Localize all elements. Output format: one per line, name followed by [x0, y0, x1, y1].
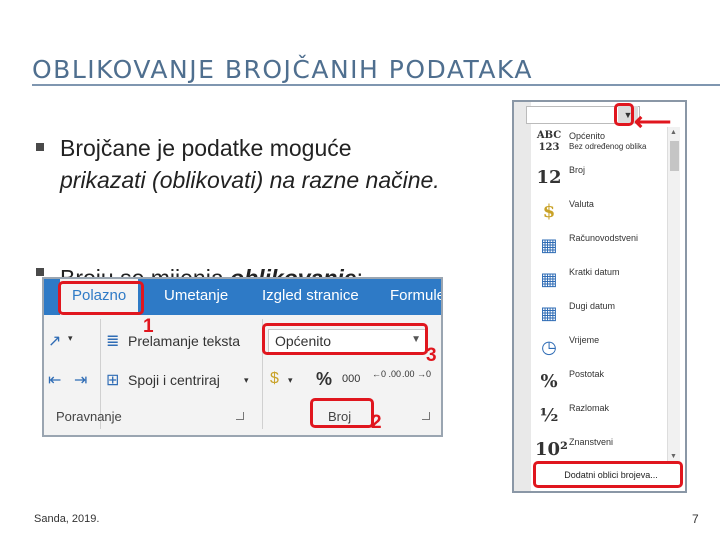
callout-box-home-tab — [58, 281, 144, 315]
callout-box-number-launcher — [310, 398, 374, 428]
orientation-icon[interactable]: ↗ — [48, 331, 61, 351]
decrease-indent-icon[interactable]: ⇤ — [48, 370, 61, 390]
decrease-decimal-button[interactable]: .00 →0 — [402, 369, 431, 379]
format-list: ABC 123 Općenito Bez određenog oblika 12… — [531, 127, 675, 467]
scroll-thumb[interactable] — [670, 141, 679, 171]
format-label: Valuta — [569, 199, 594, 209]
tab-insert[interactable]: Umetanje — [164, 287, 228, 304]
format-number[interactable]: 12 Broj — [531, 161, 675, 195]
format-label: Kratki datum — [569, 267, 620, 277]
bullet-marker — [36, 268, 44, 276]
increase-indent-icon[interactable]: ⇥ — [74, 370, 87, 390]
format-label: Postotak — [569, 369, 605, 379]
format-label: Znanstveni — [569, 437, 614, 447]
page-number: 7 — [692, 512, 699, 526]
bullet-1-text: Brojčane je podatke moguće — [60, 135, 352, 161]
bullet-1: Brojčane je podatke moguće prikazati (ob… — [60, 132, 480, 196]
format-label: Razlomak — [569, 403, 610, 413]
format-accounting[interactable]: ▦ Računovodstveni — [531, 229, 675, 263]
red-arrow-icon: ⟵ — [634, 106, 672, 136]
fraction-icon: ½ — [539, 405, 559, 426]
format-sublabel: Bez određenog oblika — [569, 142, 647, 151]
thousands-separator-button[interactable]: 000 — [342, 373, 360, 385]
format-currency[interactable]: $ Valuta — [531, 195, 675, 229]
number-format-panel: ▼ ABC 123 Općenito Bez određenog oblika … — [512, 100, 687, 493]
callout-box-more-formats — [533, 461, 683, 488]
merge-dropdown-icon[interactable]: ▾ — [244, 375, 249, 386]
accounting-format-icon[interactable]: $ — [270, 370, 279, 388]
format-label: Općenito — [569, 131, 606, 141]
footer-author: Sanda, 2019. — [34, 513, 100, 525]
format-time[interactable]: ◷ Vrijeme — [531, 331, 675, 365]
format-short-date[interactable]: ▦ Kratki datum — [531, 263, 675, 297]
callout-number-2: 2 — [371, 412, 382, 433]
callout-number-1: 1 — [143, 316, 154, 337]
format-long-date[interactable]: ▦ Dugi datum — [531, 297, 675, 331]
orientation-dropdown-icon[interactable]: ▾ — [68, 333, 73, 344]
scroll-down-icon[interactable]: ▼ — [670, 453, 677, 460]
tab-formulas[interactable]: Formule — [390, 287, 441, 304]
merge-center-icon[interactable]: ⊞ — [106, 370, 119, 390]
callout-number-3: 3 — [426, 345, 437, 366]
currency-icon: $ — [542, 201, 556, 222]
worksheet-strip — [514, 102, 531, 491]
scientific-icon: 10² — [535, 439, 568, 460]
format-fraction[interactable]: ½ Razlomak — [531, 399, 675, 433]
merge-center-button[interactable]: Spoji i centriraj — [128, 372, 220, 388]
percent-button[interactable]: % — [316, 369, 332, 390]
bullet-marker — [36, 143, 44, 151]
format-label: Broj — [569, 165, 586, 175]
callout-box-format-dropdown — [262, 323, 428, 355]
format-label: Vrijeme — [569, 335, 600, 345]
format-list-scrollbar[interactable]: ▲ ▼ — [667, 127, 680, 462]
format-label: Dugi datum — [569, 301, 616, 311]
accounting-dropdown-icon[interactable]: ▾ — [288, 375, 293, 386]
alignment-dialog-launcher-icon[interactable] — [236, 412, 244, 420]
abc-123-icon: ABC 123 — [536, 130, 562, 153]
clock-icon: ◷ — [541, 337, 557, 358]
bullet-1-italic: prikazati (oblikovati) na razne načine. — [60, 167, 440, 193]
format-percent[interactable]: % Postotak — [531, 365, 675, 399]
number-dialog-launcher-icon[interactable] — [422, 412, 430, 420]
accounting-icon: ▦ — [540, 235, 558, 256]
calendar-icon: ▦ — [540, 303, 558, 324]
title-underline — [32, 84, 720, 86]
tab-page-layout[interactable]: Izgled stranice — [262, 287, 359, 304]
format-label: Računovodstveni — [569, 233, 639, 243]
callout-box-panel-dropdown — [614, 103, 634, 126]
number-12-icon: 12 — [536, 167, 562, 188]
wrap-text-icon[interactable]: ≣ — [106, 331, 119, 351]
calendar-icon: ▦ — [540, 269, 558, 290]
slide-title: OBLIKOVANJE BROJČANIH PODATAKA — [32, 55, 533, 84]
increase-decimal-button[interactable]: ←0 .00 — [372, 369, 401, 379]
group-label-alignment: Poravnanje — [56, 409, 122, 424]
percent-icon: % — [540, 371, 558, 392]
